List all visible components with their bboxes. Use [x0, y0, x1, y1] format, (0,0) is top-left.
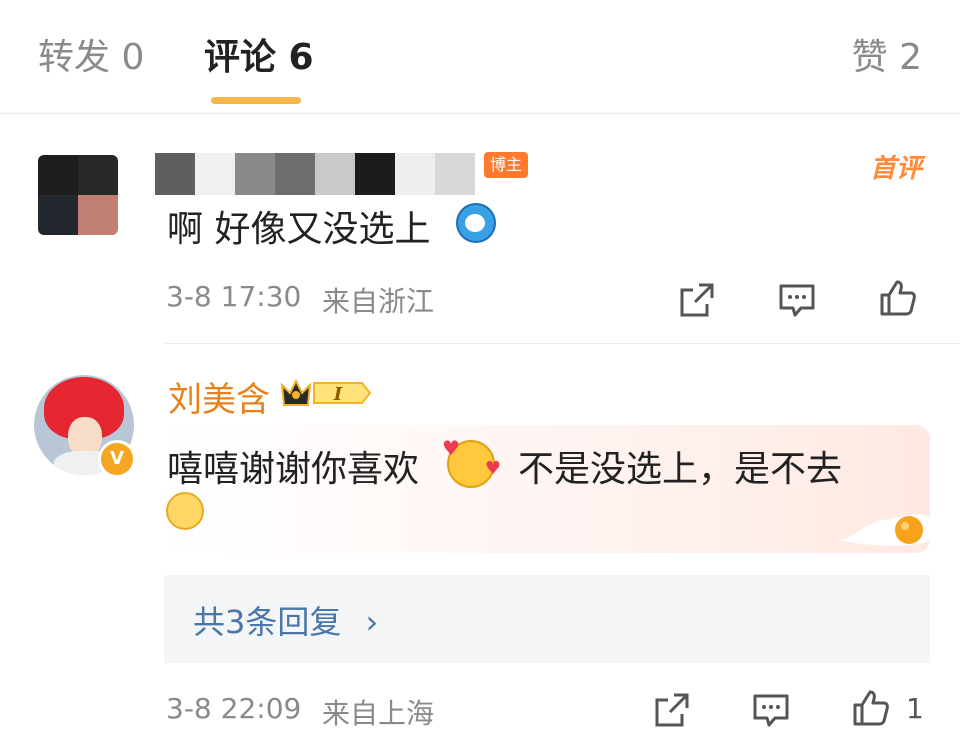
- comment-time: 3-8 22:09: [166, 692, 302, 725]
- tab-repost[interactable]: 转发 0: [38, 32, 144, 84]
- username[interactable]: 刘美含: [168, 372, 270, 421]
- avatar[interactable]: [38, 155, 118, 235]
- comment-text-continued: 不是没选上，是不去: [518, 449, 843, 490]
- smiling-face-with-hearts-icon: [442, 436, 501, 488]
- first-comment-label: 首评: [869, 154, 922, 184]
- comment-text: 嘻嘻谢谢你喜欢: [167, 449, 420, 490]
- tab-likes[interactable]: 赞 2: [852, 32, 922, 84]
- like-icon[interactable]: [851, 688, 891, 728]
- comment-divider: [165, 343, 960, 344]
- like-icon[interactable]: [878, 278, 918, 318]
- like-count: 1: [906, 692, 924, 725]
- view-replies-link[interactable]: 共3条回复 ›: [193, 597, 378, 643]
- author-badge: 博主: [484, 152, 529, 178]
- tab-comments[interactable]: 评论 6: [204, 32, 314, 84]
- tabs-divider: [0, 113, 960, 114]
- comment-icon[interactable]: [777, 280, 817, 320]
- thinking-face-icon: [166, 492, 204, 530]
- comment-location: 来自浙江: [322, 285, 435, 318]
- replies-count-label: 共3条回复: [193, 603, 342, 641]
- doraemon-emoji-icon: [456, 203, 496, 243]
- share-icon[interactable]: [677, 280, 717, 320]
- share-icon[interactable]: [652, 690, 692, 730]
- level-label: I: [333, 384, 343, 405]
- chevron-right-icon: ›: [365, 603, 379, 641]
- verified-badge: V: [98, 440, 136, 478]
- crown-level-badge-icon: I: [280, 378, 372, 406]
- active-tab-indicator: [211, 97, 301, 104]
- comment-location: 来自上海: [322, 697, 435, 730]
- comment-time: 3-8 17:30: [166, 280, 302, 313]
- fried-egg-decoration-icon: [839, 514, 938, 546]
- comment-text: 啊 好像又没选上: [167, 209, 431, 250]
- comment-icon[interactable]: [751, 690, 791, 730]
- username-blurred[interactable]: [155, 153, 475, 195]
